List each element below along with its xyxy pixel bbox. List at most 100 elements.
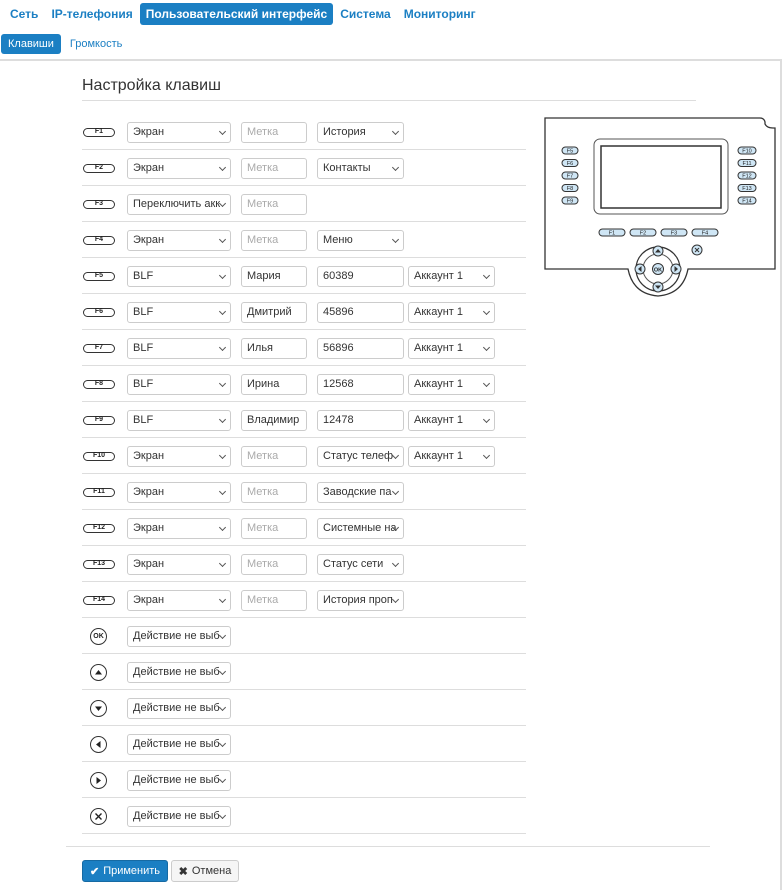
phone-ok-label: OK	[654, 267, 662, 273]
phone-key: F8	[561, 184, 579, 192]
action-select-left[interactable]: Действие не выб	[127, 734, 231, 755]
subtab-volume[interactable]: Громкость	[63, 34, 129, 54]
label-input-f14[interactable]: Метка	[241, 590, 307, 611]
label-input-f9[interactable]: Владимир	[241, 410, 307, 431]
ok-icon: OK	[90, 628, 107, 645]
key-row: F14 Экран Метка История проп	[82, 582, 526, 618]
number-input-f9[interactable]: 12478	[317, 410, 404, 431]
header-divider	[0, 59, 782, 61]
label-input-f11[interactable]: Метка	[241, 482, 307, 503]
title-divider	[82, 100, 696, 101]
label-input-f1[interactable]: Метка	[241, 122, 307, 143]
action-select-f4[interactable]: Экран	[127, 230, 231, 251]
action-select-down[interactable]: Действие не выб	[127, 698, 231, 719]
label-input-f13[interactable]: Метка	[241, 554, 307, 575]
subtab-keys[interactable]: Клавиши	[1, 34, 61, 54]
value-select-f12[interactable]: Системные на	[317, 518, 404, 539]
key-row: F2 Экран Метка Контакты	[82, 150, 526, 186]
cancel-icon	[90, 808, 107, 825]
arrow-up-icon	[90, 664, 107, 681]
account-select-f7[interactable]: Аккаунт 1	[408, 338, 495, 359]
action-select-ok[interactable]: Действие не выб	[127, 626, 231, 647]
top-nav: Сеть IP-телефония Пользовательский интер…	[0, 0, 483, 28]
number-input-f8[interactable]: 12568	[317, 374, 404, 395]
tab-user-interface[interactable]: Пользовательский интерфейс	[139, 3, 334, 25]
value-select-f4[interactable]: Меню	[317, 230, 404, 251]
label-input-f4[interactable]: Метка	[241, 230, 307, 251]
value-select-f11[interactable]: Заводские па	[317, 482, 404, 503]
phone-illustration: F5 F6 F7 F8 F9 F10 F11 F12 F13 F14 F1 F2 F3 F4 OK	[544, 117, 776, 297]
label-input-f2[interactable]: Метка	[241, 158, 307, 179]
phone-key-label: F11	[742, 161, 751, 167]
action-select-right[interactable]: Действие не выб	[127, 770, 231, 791]
action-select-f12[interactable]: Экран	[127, 518, 231, 539]
action-select-f5[interactable]: BLF	[127, 266, 231, 287]
action-select-f13[interactable]: Экран	[127, 554, 231, 575]
phone-key-label: F7	[567, 174, 573, 180]
key-f1-icon: F1	[83, 128, 115, 137]
label-input-f6[interactable]: Дмитрий	[241, 302, 307, 323]
key-row: F5 BLF Мария 60389 Аккаунт 1	[82, 258, 526, 294]
action-select-f14[interactable]: Экран	[127, 590, 231, 611]
action-select-f7[interactable]: BLF	[127, 338, 231, 359]
key-f6-icon: F6	[83, 308, 115, 317]
key-row: F12 Экран Метка Системные на	[82, 510, 526, 546]
arrow-right-icon	[90, 772, 107, 789]
action-select-f10[interactable]: Экран	[127, 446, 231, 467]
label-input-f10[interactable]: Метка	[241, 446, 307, 467]
phone-key: F11	[737, 159, 757, 167]
action-select-f2[interactable]: Экран	[127, 158, 231, 179]
action-select-f8[interactable]: BLF	[127, 374, 231, 395]
account-select-f8[interactable]: Аккаунт 1	[408, 374, 495, 395]
phone-key: F14	[737, 196, 757, 205]
page-title: Настройка клавиш	[82, 77, 221, 94]
action-select-cancel[interactable]: Действие не выб	[127, 806, 231, 827]
account-select-f10[interactable]: Аккаунт 1	[408, 446, 495, 467]
key-row: F8 BLF Ирина 12568 Аккаунт 1	[82, 366, 526, 402]
value-select-f2[interactable]: Контакты	[317, 158, 404, 179]
account-select-f6[interactable]: Аккаунт 1	[408, 302, 495, 323]
phone-key-label: F6	[567, 161, 573, 167]
phone-key-label: F8	[567, 186, 573, 192]
phone-key: F6	[561, 159, 579, 167]
key-f9-icon: F9	[83, 416, 115, 425]
phone-key-label: F2	[640, 231, 646, 237]
key-settings-list: F1 Экран Метка История F2 Экран Метка Контакты F…	[82, 114, 526, 834]
number-input-f7[interactable]: 56896	[317, 338, 404, 359]
number-input-f5[interactable]: 60389	[317, 266, 404, 287]
action-select-f6[interactable]: BLF	[127, 302, 231, 323]
action-select-f3[interactable]: Переключить акк	[127, 194, 231, 215]
apply-button[interactable]: ✔ Применить	[82, 860, 168, 882]
key-f14-icon: F14	[83, 596, 115, 605]
label-input-f3[interactable]: Метка	[241, 194, 307, 215]
label-input-f8[interactable]: Ирина	[241, 374, 307, 395]
number-input-f6[interactable]: 45896	[317, 302, 404, 323]
value-select-f13[interactable]: Статус сети	[317, 554, 404, 575]
action-select-f1[interactable]: Экран	[127, 122, 231, 143]
phone-key-label: F12	[742, 174, 751, 180]
label-input-f5[interactable]: Мария	[241, 266, 307, 287]
key-row: F7 BLF Илья 56896 Аккаунт 1	[82, 330, 526, 366]
phone-key-label: F4	[702, 231, 708, 237]
tab-ip-telephony[interactable]: IP-телефония	[45, 3, 138, 25]
key-f11-icon: F11	[83, 488, 115, 497]
action-select-f9[interactable]: BLF	[127, 410, 231, 431]
label-input-f7[interactable]: Илья	[241, 338, 307, 359]
tab-monitoring[interactable]: Мониторинг	[398, 3, 482, 25]
phone-key: F12	[737, 171, 757, 180]
phone-key: F13	[737, 184, 757, 192]
account-select-f5[interactable]: Аккаунт 1	[408, 266, 495, 287]
label-input-f12[interactable]: Метка	[241, 518, 307, 539]
tab-system[interactable]: Система	[334, 3, 397, 25]
tab-network[interactable]: Сеть	[4, 3, 44, 25]
key-row: OK Действие не выб	[82, 618, 526, 654]
value-select-f1[interactable]: История	[317, 122, 404, 143]
value-select-f14[interactable]: История проп	[317, 590, 404, 611]
account-select-f9[interactable]: Аккаунт 1	[408, 410, 495, 431]
value-select-f10[interactable]: Статус телеф	[317, 446, 404, 467]
cancel-button[interactable]: ✖ Отмена	[171, 860, 239, 882]
phone-key: F7	[561, 171, 579, 180]
key-f4-icon: F4	[83, 236, 115, 245]
action-select-f11[interactable]: Экран	[127, 482, 231, 503]
action-select-up[interactable]: Действие не выб	[127, 662, 231, 683]
